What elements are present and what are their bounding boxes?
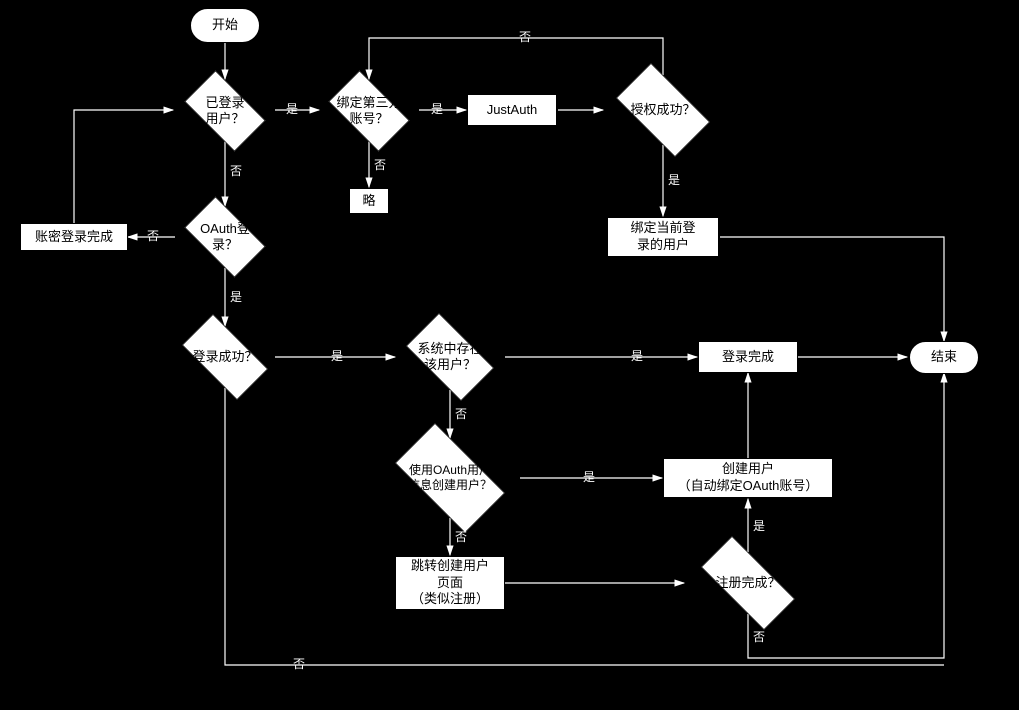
edge-userinsys-yes: 是 (631, 347, 643, 364)
node-register-done: 注册完成？ (685, 552, 811, 614)
node-bind-third-label: 绑定第三方 账号？ (336, 95, 401, 128)
edge-useoauth-yes: 是 (583, 468, 595, 485)
node-start-label: 开始 (212, 17, 238, 34)
edge-loginok-no: 否 (293, 655, 305, 672)
node-register-done-label: 注册完成？ (715, 575, 780, 591)
node-auth-ok: 授权成功？ (604, 75, 722, 145)
node-login-ok: 登录成功？ (170, 326, 280, 388)
edge-authok-yes: 是 (668, 171, 680, 188)
edge-bindthird-yes: 是 (431, 100, 443, 117)
node-goto-create-page: 跳转创建用户 页面 （类似注册） (395, 556, 505, 610)
edge-userinsys-no: 否 (455, 405, 467, 422)
node-oauth-login: OAuth登 录？ (175, 206, 275, 268)
node-skip: 略 (349, 188, 389, 214)
node-use-oauth-create: 使用OAuth用户 信息创建用户？ (380, 438, 520, 518)
node-skip-label: 略 (362, 193, 375, 210)
node-create-user: 创建用户 （自动绑定OAuth账号） (663, 458, 833, 498)
node-goto-create-page-label: 跳转创建用户 页面 （类似注册） (411, 558, 489, 609)
edge-authok-no: 否 (519, 28, 531, 45)
node-user-in-system: 系统中存在 该用户？ (395, 324, 505, 390)
edge-register-yes: 是 (753, 517, 765, 534)
node-oauth-login-label: OAuth登 录？ (200, 221, 250, 254)
edge-loggedin-no: 否 (230, 162, 242, 179)
edge-bindthird-no: 否 (374, 156, 386, 173)
node-bind-current-user-label: 绑定当前登 录的用户 (630, 220, 695, 254)
node-create-user-label: 创建用户 （自动绑定OAuth账号） (678, 461, 819, 495)
node-pwd-login-done-label: 账密登录完成 (35, 229, 113, 246)
edge-loginok-yes: 是 (331, 347, 343, 364)
node-logged-in-label: 已登录 用户？ (205, 95, 244, 128)
node-end-label: 结束 (931, 349, 957, 366)
node-login-done: 登录完成 (698, 341, 798, 373)
node-start: 开始 (190, 8, 260, 43)
node-justauth-label: JustAuth (487, 102, 538, 119)
node-login-ok-label: 登录成功？ (192, 349, 257, 365)
node-bind-current-user: 绑定当前登 录的用户 (607, 217, 719, 257)
node-logged-in: 已登录 用户？ (175, 80, 275, 142)
edge-oauth-yes: 是 (230, 288, 242, 305)
node-pwd-login-done: 账密登录完成 (20, 223, 128, 251)
node-end: 结束 (909, 341, 979, 374)
node-auth-ok-label: 授权成功？ (630, 102, 695, 118)
node-justauth: JustAuth (467, 94, 557, 126)
flowchart-canvas: { "nodes": { "start": "开始", "loggedIn": … (0, 0, 1019, 710)
node-login-done-label: 登录完成 (722, 349, 774, 366)
node-user-in-system-label: 系统中存在 该用户？ (417, 341, 482, 374)
edge-useoauth-no: 否 (455, 528, 467, 545)
node-bind-third: 绑定第三方 账号？ (319, 80, 419, 142)
edge-loggedin-yes: 是 (286, 100, 298, 117)
node-use-oauth-create-label: 使用OAuth用户 信息创建用户？ (408, 463, 492, 493)
edge-register-no: 否 (753, 628, 765, 645)
edge-oauth-no: 否 (147, 227, 159, 244)
